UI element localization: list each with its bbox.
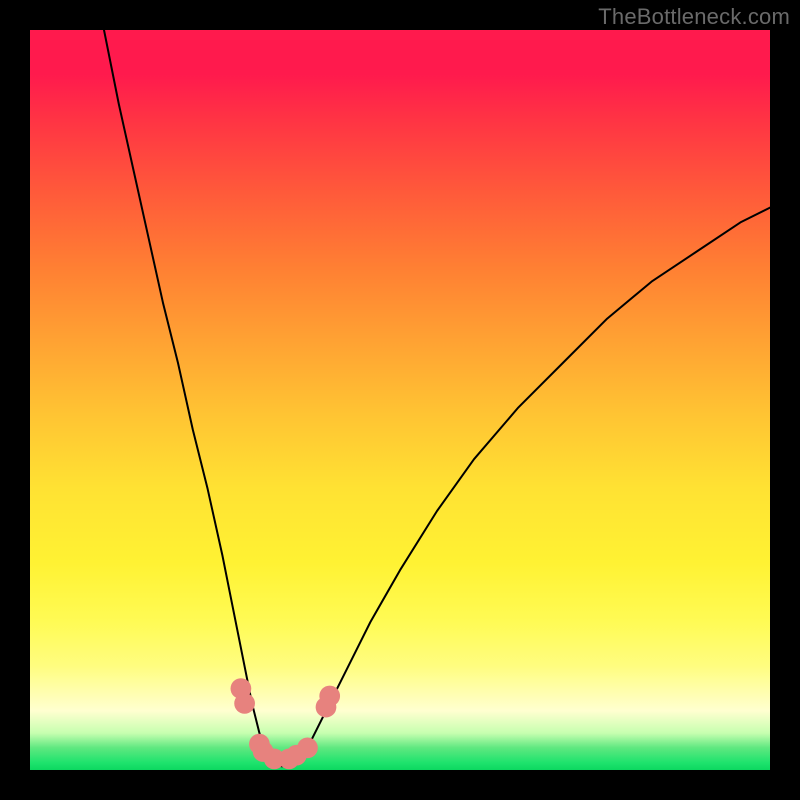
- attribution-text: TheBottleneck.com: [598, 4, 790, 30]
- left-branch-line: [104, 30, 267, 755]
- plot-area: [30, 30, 770, 770]
- markers-group: [231, 678, 341, 769]
- marker-dot: [297, 737, 318, 758]
- chart-svg: [30, 30, 770, 770]
- marker-dot: [319, 686, 340, 707]
- marker-dot: [234, 693, 255, 714]
- right-branch-line: [304, 208, 770, 756]
- outer-frame: TheBottleneck.com: [0, 0, 800, 800]
